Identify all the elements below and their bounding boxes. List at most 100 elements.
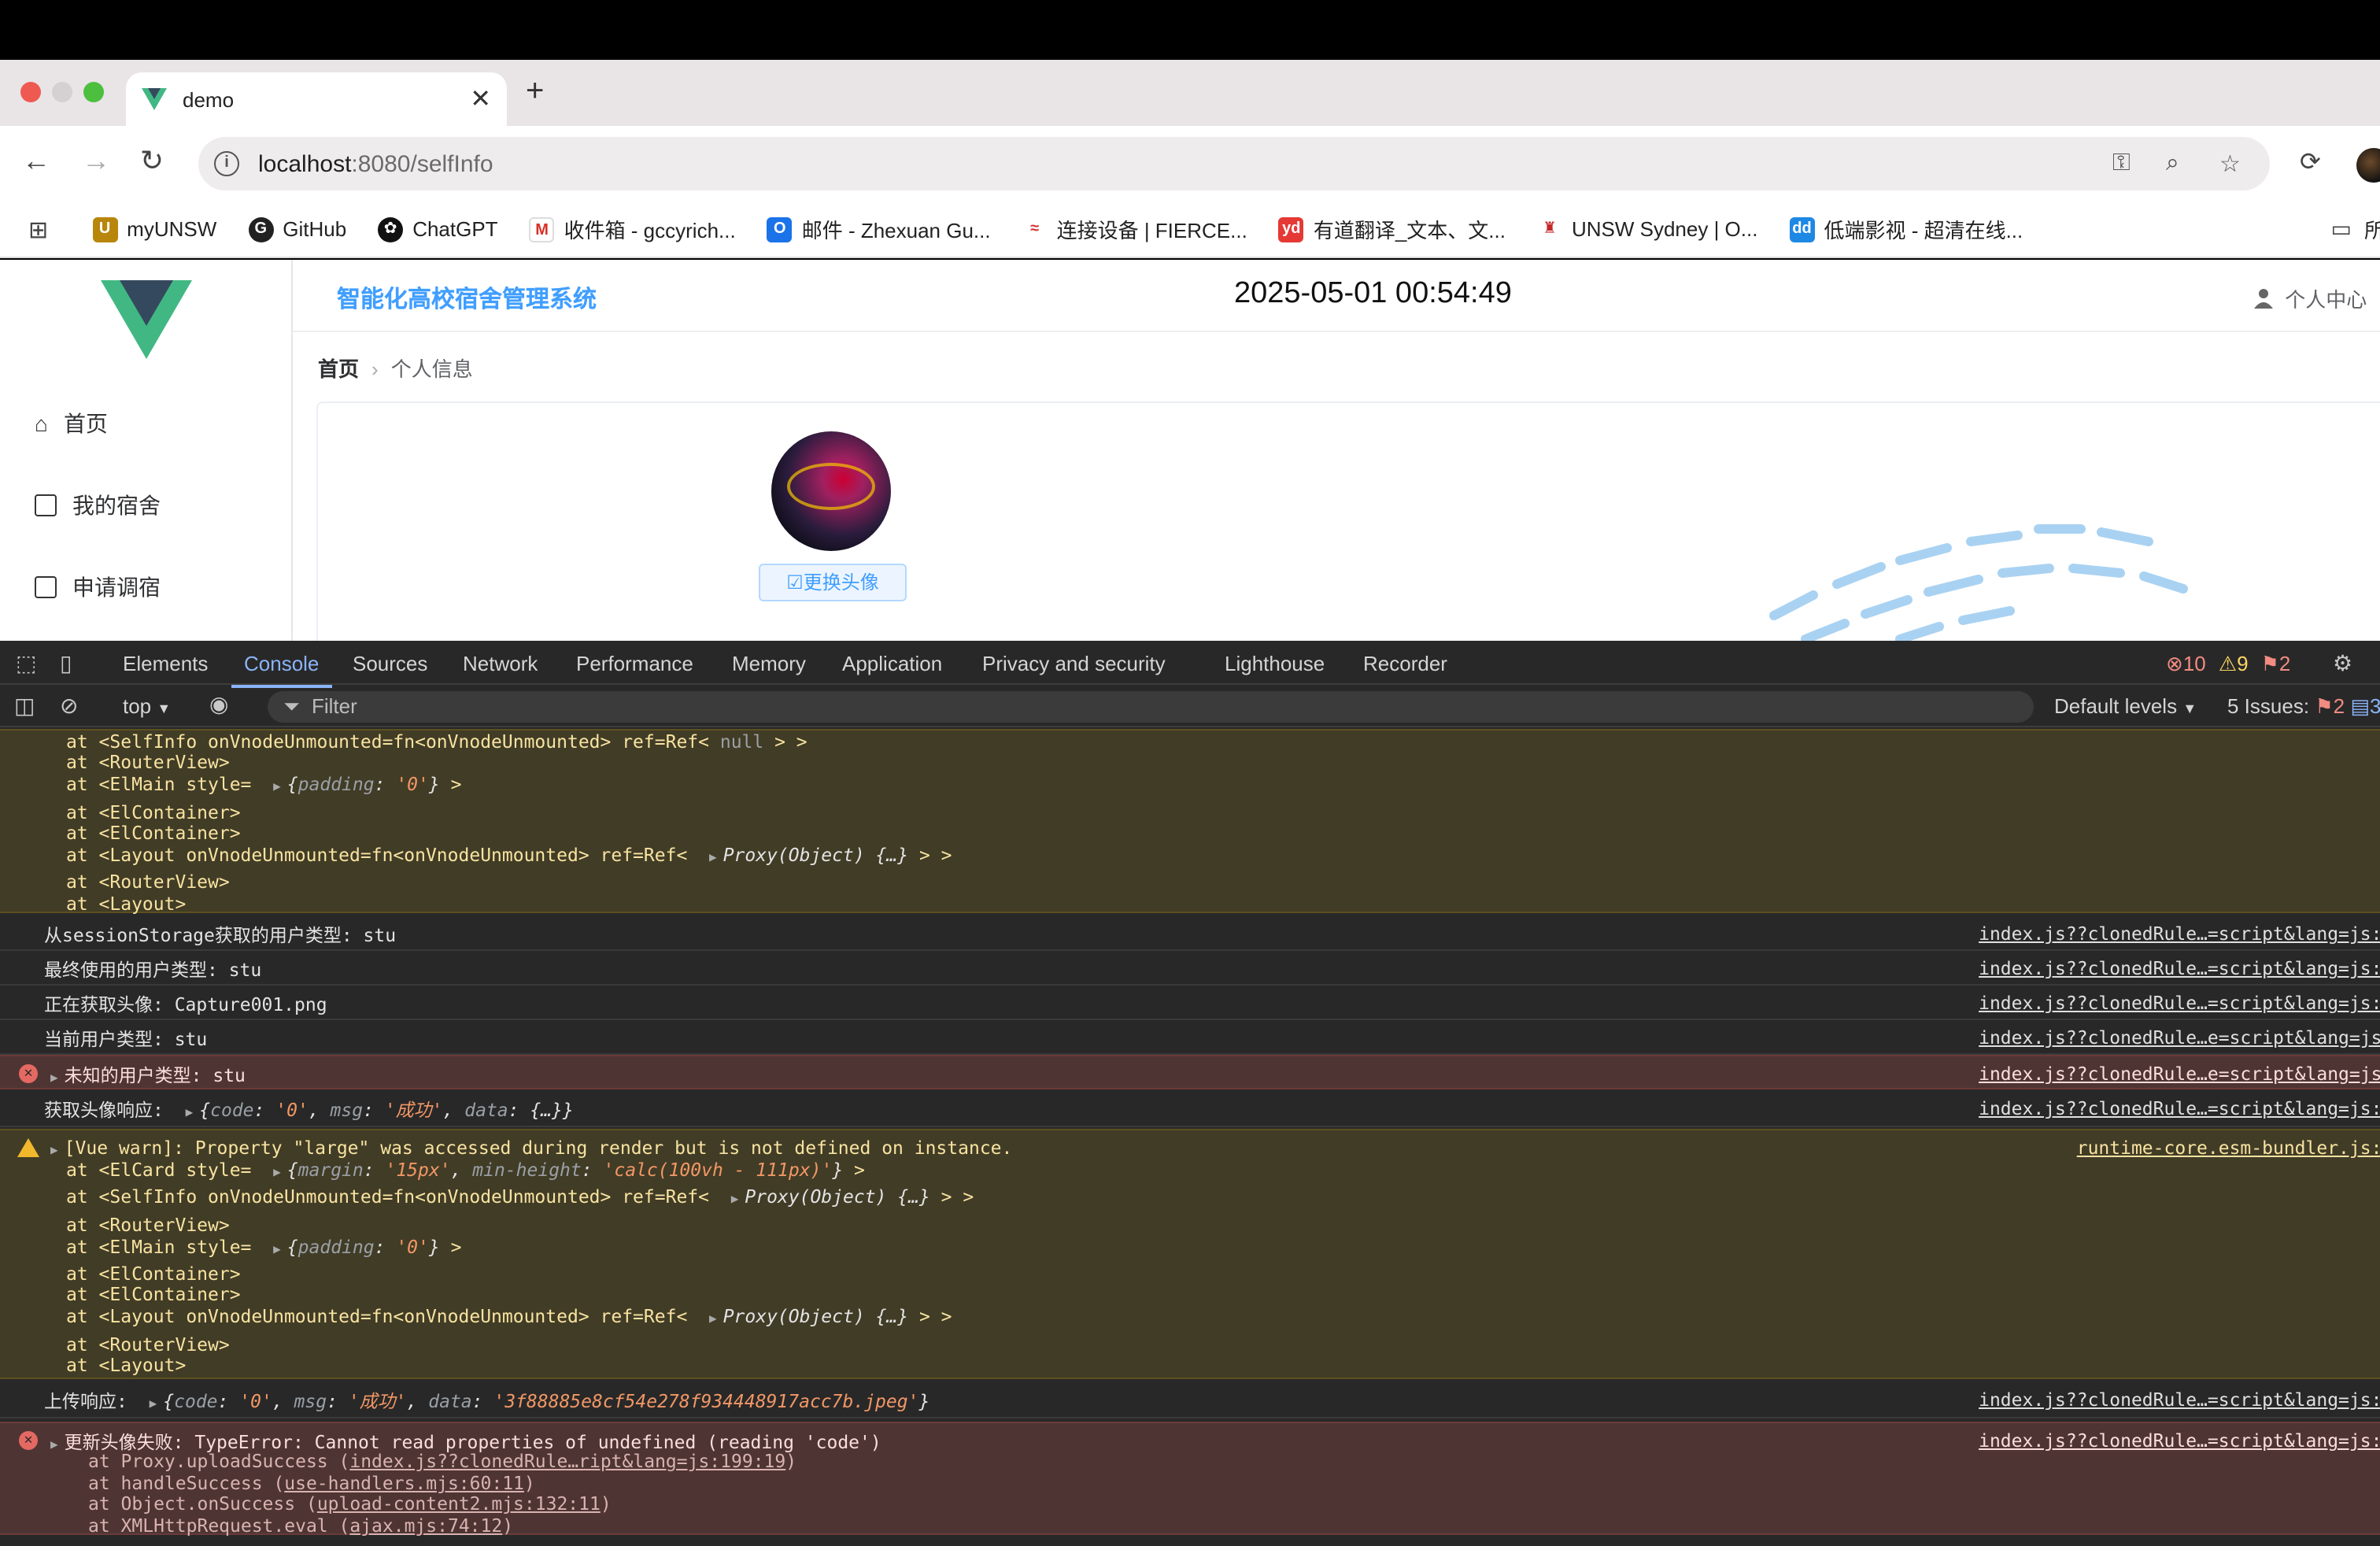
tab-performance[interactable]: Performance	[576, 652, 693, 675]
tab-sources[interactable]: Sources	[353, 652, 427, 675]
tab-lighthouse[interactable]: Lighthouse	[1225, 652, 1325, 675]
bookmark-chatgpt[interactable]: ✿ ChatGPT	[378, 216, 498, 242]
filter-input[interactable]: ⏷ Filter	[268, 691, 2034, 723]
vue-logo-icon	[142, 88, 167, 110]
bookmarks-bar: ⊞ UmyUNSW G GitHub ✿ ChatGPT M 收件箱 - gccyri…	[0, 202, 2380, 258]
bookmark-unsw-sydney[interactable]: ♜ UNSW Sydney | O...	[1536, 216, 1757, 242]
close-window-button[interactable]	[20, 82, 41, 102]
address-bar[interactable]: i localhost:8080/selfInfo ⚿ ⌕ ☆	[198, 137, 2270, 190]
user-center-dropdown[interactable]: 个人中心 ⌄	[2253, 283, 2380, 313]
tab-elements[interactable]: Elements	[123, 652, 208, 675]
chatgpt-icon: ✿	[378, 216, 404, 242]
source-link[interactable]: index.js??clonedRule…e=script&lang=js:83	[1979, 1026, 2380, 1049]
apps-grid-icon[interactable]: ⊞	[28, 215, 48, 243]
settings-gear-icon[interactable]: ⚙	[2333, 650, 2352, 677]
console-warning-row[interactable]: ▶ [Vue warn]: Property "large" was access…	[0, 1129, 2380, 1379]
app-header: 智能化高校宿舍管理系统 2025-05-01 00:54:49 个人中心 ⌄	[293, 260, 2380, 332]
sidebar-item-home[interactable]: ⌂ 首页	[35, 408, 108, 439]
bookmark-didi[interactable]: dd 低端影视 - 超清在线...	[1789, 214, 2023, 244]
issue-flag-icon: ⚑	[2260, 652, 2279, 675]
tab-console[interactable]: Console	[231, 652, 331, 688]
forward-icon[interactable]: →	[82, 145, 110, 178]
console-log-row: 获取头像响应: ▶ {code: '0', msg: '成功', data: {……	[0, 1089, 2380, 1127]
close-tab-icon[interactable]: ✕	[470, 83, 491, 115]
user-icon	[2253, 289, 2273, 309]
profile-avatar[interactable]	[2356, 148, 2380, 183]
new-tab-button[interactable]: +	[526, 74, 544, 110]
filter-icon: ⏷	[283, 694, 300, 718]
warning-icon: ⚠	[2218, 652, 2238, 675]
clock: 2025-05-01 00:54:49	[1234, 277, 1512, 310]
log-levels-dropdown[interactable]: Default levels ▼	[2054, 694, 2197, 718]
inspect-element-icon[interactable]: ⬚	[16, 650, 36, 677]
back-icon[interactable]: ←	[22, 145, 50, 178]
source-link[interactable]: runtime-core.esm-bundler.js:202	[2077, 1137, 2380, 1159]
console-error-row[interactable]: ✕ ▶ 更新头像失败: TypeError: Cannot read proper…	[0, 1422, 2380, 1537]
box-icon	[35, 576, 57, 598]
tab-recorder[interactable]: Recorder	[1363, 652, 1447, 675]
stack-link[interactable]: upload-content2.mjs:132:11	[317, 1492, 601, 1515]
bookmark-myunsw[interactable]: UmyUNSW	[92, 216, 216, 242]
device-toolbar-icon[interactable]: ▯	[60, 650, 72, 677]
source-link[interactable]: index.js??clonedRule…=script&lang=js:135	[1979, 992, 2380, 1014]
dropdown-arrow-icon: ▼	[157, 701, 172, 716]
console-error-row[interactable]: ✕ ▶ 未知的用户类型: stu index.js??clonedRule…e=s…	[0, 1055, 2380, 1089]
tab-memory[interactable]: Memory	[732, 652, 806, 675]
context-selector[interactable]: top ▼	[123, 694, 171, 718]
web-page: ⌂ 首页 我的宿舍 申请调宿 智能化高校宿舍管理系统 2025-05-01 00:…	[0, 260, 2380, 641]
clear-console-icon[interactable]: ⊘	[60, 693, 78, 719]
profile-card: ☑更换头像	[316, 401, 2380, 641]
reload-icon[interactable]: ↻	[140, 145, 164, 178]
bookmark-outlook[interactable]: O 邮件 - Zhexuan Gu...	[767, 214, 991, 244]
system-title: 智能化高校宿舍管理系统	[337, 287, 597, 313]
source-link[interactable]: index.js??clonedRule…e=script&lang=js:94	[1979, 1063, 2380, 1085]
bookmark-star-icon[interactable]: ☆	[2219, 150, 2241, 178]
sidebar-toggle-icon[interactable]: ◫	[14, 693, 35, 719]
live-expression-eye-icon[interactable]: ◉	[209, 691, 228, 718]
console-warning-continuation: at <SelfInfo onVnodeUnmounted=fn<onVnode…	[0, 729, 2380, 915]
breadcrumb-separator-icon: ›	[371, 357, 379, 381]
zoom-icon[interactable]: ⌕	[2166, 150, 2179, 176]
change-avatar-button[interactable]: ☑更换头像	[759, 564, 907, 601]
maximize-window-button[interactable]	[83, 82, 104, 102]
breadcrumb-home[interactable]: 首页	[318, 357, 359, 381]
sidebar-item-my-dorm[interactable]: 我的宿舍	[35, 490, 161, 521]
gmail-icon: M	[529, 216, 555, 242]
sidebar-item-apply-transfer[interactable]: 申请调宿	[35, 571, 161, 603]
tab-privacy-security[interactable]: Privacy and security	[982, 652, 1166, 675]
tab-application[interactable]: Application	[842, 652, 942, 675]
stack-link[interactable]: index.js??clonedRule…ript&lang=js:199:19	[349, 1450, 785, 1472]
console-filter-bar: ◫ ⊘ top ▼ ◉ ⏷ Filter Default levels ▼ 5 I…	[0, 686, 2380, 727]
stack-link[interactable]: ajax.mjs:74:12	[349, 1515, 502, 1537]
source-link[interactable]: index.js??clonedRule…=script&lang=js:209	[1979, 1429, 2380, 1452]
error-icon: ✕	[19, 1431, 38, 1450]
decorative-waves-illustration	[1769, 524, 2188, 641]
password-key-icon[interactable]: ⚿	[2112, 150, 2131, 176]
breadcrumb-current: 个人信息	[390, 357, 473, 381]
console-output: at <SelfInfo onVnodeUnmounted=fn<onVnode…	[0, 729, 2380, 1546]
tab-network[interactable]: Network	[463, 652, 538, 675]
bookmark-youdao[interactable]: yd 有道翻译_文本、文...	[1278, 214, 1506, 244]
source-link[interactable]: index.js??clonedRule…=script&lang=js:269	[1979, 923, 2380, 945]
source-link[interactable]: index.js??clonedRule…=script&lang=js:278	[1979, 957, 2380, 979]
folder-icon: ▭	[2330, 216, 2352, 241]
console-log-row: 从sessionStorage获取的用户类型: stu index.js??cl…	[0, 916, 2380, 951]
issues-button[interactable]: 5 Issues: ⚑2 ▤3	[2227, 694, 2380, 719]
unsw-crest-icon: ♜	[1536, 216, 1562, 242]
console-log-row: 当前用户类型: stu index.js??clonedRule…e=scrip…	[0, 1020, 2380, 1055]
unsw-shield-icon: U	[92, 216, 118, 242]
source-link[interactable]: index.js??clonedRule…=script&lang=js:185	[1979, 1389, 2380, 1411]
minimize-window-button[interactable]	[52, 82, 72, 102]
stack-link[interactable]: use-handlers.mjs:60:11	[284, 1472, 524, 1494]
browser-toolbar: ← → ↻ i localhost:8080/selfInfo ⚿ ⌕ ☆ ⟳ …	[0, 126, 2380, 202]
bookmark-github[interactable]: G GitHub	[248, 216, 346, 242]
console-log-row: 正在获取头像: Capture001.png index.js??clonedR…	[0, 986, 2380, 1020]
bookmark-gmail[interactable]: M 收件箱 - gccyrich...	[529, 214, 736, 244]
all-bookmarks-button[interactable]: ▭所有书签	[2331, 214, 2380, 244]
extensions-icon[interactable]: ⟳	[2300, 146, 2321, 178]
site-info-icon[interactable]: i	[214, 151, 239, 176]
bookmark-fierce[interactable]: ≈ 连接设备 | FIERCE...	[1022, 214, 1247, 244]
browser-tab[interactable]: demo ✕	[126, 72, 507, 126]
issue-counters[interactable]: ⊗10 ⚠9 ⚑2	[2166, 652, 2290, 677]
source-link[interactable]: index.js??clonedRule…=script&lang=js:137	[1979, 1097, 2380, 1119]
